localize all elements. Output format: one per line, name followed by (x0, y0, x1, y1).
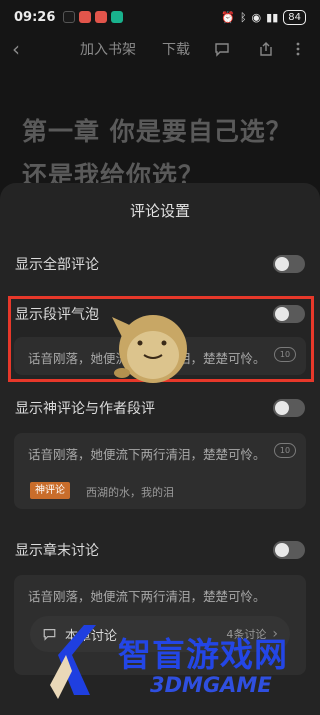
top-navigation: ‹ 加入书架 下载 (0, 34, 320, 64)
toggle-switch[interactable] (273, 541, 305, 559)
sheet-title: 评论设置 (129, 202, 190, 220)
more-icon[interactable] (294, 41, 302, 57)
god-comment-text: 西湖的水，我的泪 (86, 486, 174, 499)
setting-show-all-comments: 显示全部评论 (15, 249, 305, 279)
setting-show-god-comments: 显示神评论与作者段评 (15, 393, 305, 423)
tiktok-icon (63, 11, 76, 23)
battery-indicator: 84 (283, 9, 306, 25)
comment-bubble: 10 (274, 443, 296, 458)
god-comment-badge: 神评论 (30, 482, 70, 499)
chevron-left-icon[interactable]: ‹ (12, 37, 20, 61)
add-to-shelf-button[interactable]: 加入书架 (80, 39, 136, 59)
setting-label: 显示章末讨论 (15, 543, 99, 559)
bluetooth-icon: ᛒ (239, 10, 247, 24)
status-time: 09:26 (14, 9, 56, 25)
wifi-icon: ◉ (251, 10, 262, 24)
setting-show-chapter-discussion: 显示章末讨论 (15, 535, 305, 565)
watermark-text: 智盲游戏网 (118, 635, 288, 674)
alarm-icon: ⏰ (221, 10, 235, 24)
status-bar: 09:26 ⏰ ᛒ ◉ ▮▮ 84 (0, 0, 320, 34)
toggle-knob (275, 257, 289, 271)
watermark-subtext: 3DMGAME (150, 673, 272, 697)
share-icon[interactable] (258, 41, 274, 57)
app-icon (79, 11, 92, 23)
setting-label: 显示神评论与作者段评 (15, 401, 155, 417)
comment-settings-icon[interactable] (214, 41, 230, 57)
signal-icon: ▮▮ (266, 10, 279, 24)
app-icon (111, 11, 124, 23)
toggle-switch[interactable] (273, 255, 305, 273)
preview-text: 话音刚落，她便流下两行清泪，楚楚可怜。 (28, 589, 266, 604)
preview-text: 话音刚落，她便流下两行清泪，楚楚可怜。 (28, 447, 266, 462)
app-icon (95, 11, 108, 23)
download-button[interactable]: 下载 (162, 39, 190, 59)
toggle-knob (275, 543, 289, 557)
toggle-switch[interactable] (273, 399, 305, 417)
mascot-character-icon (112, 315, 187, 383)
setting-label: 显示全部评论 (15, 257, 99, 273)
toggle-knob (275, 401, 289, 415)
